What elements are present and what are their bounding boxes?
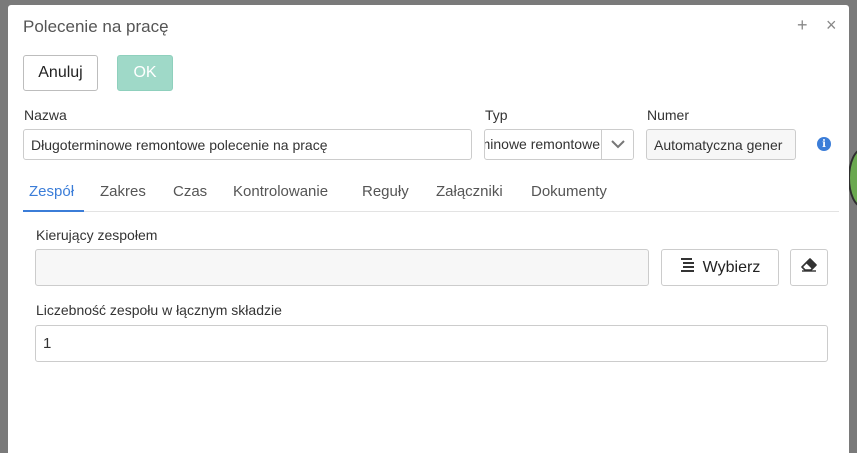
tab-zakres[interactable]: Zakres <box>100 183 146 200</box>
close-icon[interactable]: × <box>826 14 837 36</box>
number-field[interactable]: Automatyczna gener <box>646 129 796 160</box>
list-icon <box>680 257 696 278</box>
tab-zalaczniki[interactable]: Załączniki <box>436 183 503 200</box>
ok-button[interactable]: OK <box>117 55 173 91</box>
dialog: Polecenie na pracę + × Anuluj OK Nazwa D… <box>8 5 849 453</box>
tab-reguly[interactable]: Reguły <box>362 183 409 200</box>
type-label: Typ <box>485 107 508 123</box>
team-count-field[interactable]: 1 <box>35 325 828 362</box>
tab-czas[interactable]: Czas <box>173 183 207 200</box>
plus-icon[interactable]: + <box>797 14 808 36</box>
team-count-label: Liczebność zespołu w łącznym składzie <box>36 302 282 318</box>
select-button-label: Wybierz <box>702 258 761 276</box>
tab-zespol[interactable]: Zespół <box>29 183 74 200</box>
name-field[interactable]: Długoterminowe remontowe polecenie na pr… <box>23 129 472 160</box>
info-icon[interactable]: i <box>817 137 831 151</box>
team-leader-field[interactable] <box>35 249 649 286</box>
tab-dokumenty[interactable]: Dokumenty <box>531 183 607 200</box>
chevron-down-icon[interactable] <box>601 130 633 159</box>
background-shape <box>848 148 857 208</box>
tab-kontrolowanie[interactable]: Kontrolowanie <box>233 183 328 200</box>
team-leader-label: Kierujący zespołem <box>36 227 158 243</box>
active-tab-indicator <box>23 210 84 212</box>
tab-bar: Zespół Zakres Czas Kontrolowanie Reguły … <box>23 177 839 212</box>
dialog-title: Polecenie na pracę <box>23 17 169 36</box>
name-label: Nazwa <box>24 107 67 123</box>
cancel-button[interactable]: Anuluj <box>23 55 98 91</box>
number-label: Numer <box>647 107 690 123</box>
type-select-value: Długoterminowe remontowe <box>485 136 600 152</box>
select-button[interactable]: Wybierz <box>661 249 779 286</box>
clear-button[interactable] <box>790 249 828 286</box>
eraser-icon <box>801 258 817 277</box>
type-select[interactable]: Długoterminowe remontowe <box>484 129 634 160</box>
